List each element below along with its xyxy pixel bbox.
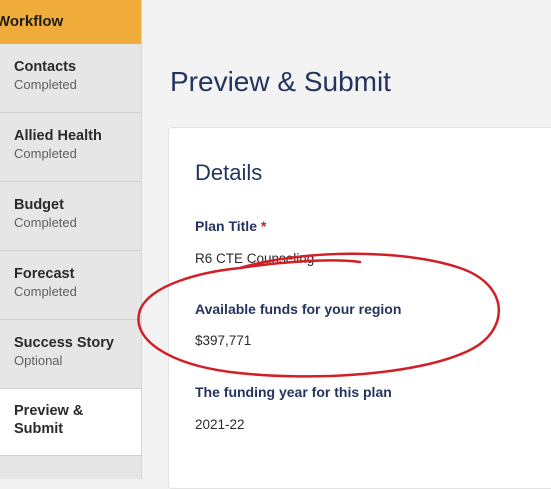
sidebar-header: Workflow bbox=[0, 0, 141, 44]
required-marker: * bbox=[260, 218, 267, 234]
details-card: Details Plan Title * R6 CTE Counseling A… bbox=[168, 127, 551, 489]
sidebar-item-status: Completed bbox=[14, 77, 77, 92]
sidebar-item-label: Budget bbox=[14, 197, 64, 213]
available-funds-label: Available funds for your region bbox=[195, 301, 402, 317]
page-title: Preview & Submit bbox=[170, 66, 391, 97]
sidebar-item-status: Optional bbox=[14, 353, 63, 368]
sidebar-item-label: Preview & Submit bbox=[14, 403, 84, 437]
sidebar-item-budget[interactable]: Budget Completed bbox=[0, 182, 141, 251]
sidebar-item-allied-health[interactable]: Allied Health Completed bbox=[0, 113, 141, 182]
sidebar-header-label: Workflow bbox=[0, 13, 64, 30]
sidebar-item-contacts[interactable]: Contacts Completed bbox=[0, 44, 141, 113]
plan-title-value: R6 CTE Counseling bbox=[195, 251, 315, 266]
sidebar-item-preview-submit[interactable]: Preview & Submit bbox=[0, 389, 141, 456]
sidebar-item-label: Forecast bbox=[14, 266, 75, 282]
sidebar-item-status: Completed bbox=[14, 146, 77, 161]
plan-title-label: Plan Title * bbox=[195, 218, 266, 234]
sidebar-item-label: Success Story bbox=[14, 335, 114, 351]
plan-title-label-text: Plan Title bbox=[195, 218, 257, 234]
funding-year-value: 2021-22 bbox=[195, 417, 245, 432]
available-funds-value: $397,771 bbox=[195, 333, 252, 348]
sidebar-item-label: Allied Health bbox=[14, 128, 102, 144]
main-content: Preview & Submit Details Plan Title * R6… bbox=[142, 0, 551, 489]
sidebar-item-label: Contacts bbox=[14, 59, 77, 75]
sidebar-item-forecast[interactable]: Forecast Completed bbox=[0, 251, 141, 320]
details-title: Details bbox=[195, 160, 263, 185]
sidebar-item-status: Completed bbox=[14, 215, 77, 230]
sidebar-item-status: Completed bbox=[14, 284, 77, 299]
workflow-sidebar: Workflow Contacts Completed Allied Healt… bbox=[0, 0, 142, 479]
funding-year-label: The funding year for this plan bbox=[195, 384, 392, 400]
sidebar-item-success-story[interactable]: Success Story Optional bbox=[0, 320, 141, 389]
